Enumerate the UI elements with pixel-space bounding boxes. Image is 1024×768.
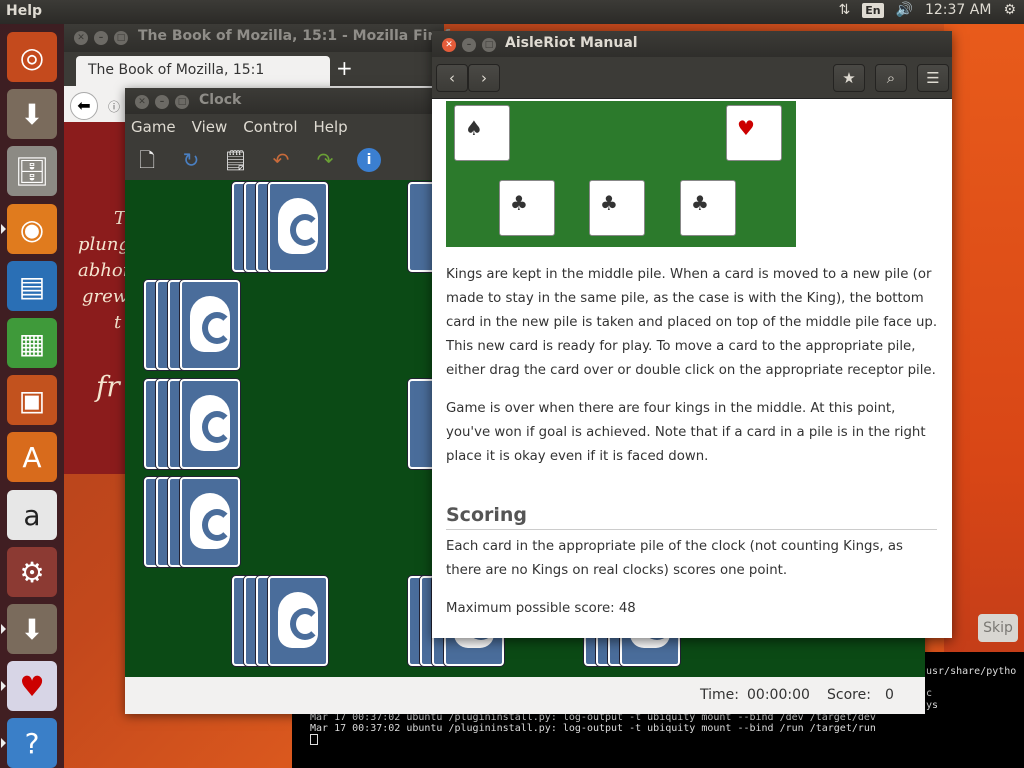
menu-game[interactable]: Game: [131, 118, 176, 136]
terminal-line: Mar 17 00:37:02 ubuntu /plugininstall.py…: [310, 723, 876, 734]
menu-view[interactable]: View: [192, 118, 228, 136]
page-text: t: [114, 312, 122, 333]
minimize-icon[interactable]: –: [155, 95, 169, 109]
forward-icon[interactable]: ›: [468, 64, 500, 92]
select-game-icon[interactable]: 🗒: [223, 148, 248, 172]
keyboard-layout[interactable]: En: [862, 2, 884, 18]
new-game-icon[interactable]: 🗋: [135, 148, 159, 172]
menu-help[interactable]: Help: [314, 118, 348, 136]
hint-icon[interactable]: i: [357, 148, 381, 172]
card-back[interactable]: [268, 576, 328, 666]
page-text: grew: [82, 286, 129, 307]
close-icon[interactable]: ✕: [135, 95, 149, 109]
terminal-line: usr/share/pytho: [926, 666, 1017, 677]
clock-statusbar: Time: 00:00:00 Score: 0: [125, 677, 925, 714]
installer-icon[interactable]: ⬇: [1, 604, 57, 654]
indicators: ⇅ En 🔊 12:37 AM ⚙: [838, 2, 1016, 18]
settings-icon[interactable]: ⚙: [7, 547, 57, 597]
clock-time[interactable]: 12:37 AM: [925, 2, 991, 18]
clock-layout-image: ♠ ♥ ♣ ♣ ♣: [446, 101, 796, 247]
card-back[interactable]: [180, 477, 240, 567]
page-text: abhor: [78, 260, 132, 281]
card-clubs-icon: ♣: [589, 180, 645, 236]
manual-titlebar: ✕ – □ AisleRiot Manual: [432, 31, 952, 57]
restart-icon[interactable]: ↻: [179, 148, 203, 172]
top-panel: Help ⇅ En 🔊 12:37 AM ⚙: [0, 0, 1024, 24]
terminal-cursor: [310, 734, 318, 745]
manual-headerbar: ‹ › ★ ⌕ ☰: [432, 57, 952, 99]
minimize-icon[interactable]: –: [94, 31, 108, 45]
manual-paragraph: Kings are kept in the middle pile. When …: [446, 267, 938, 378]
search-icon[interactable]: ⌕: [875, 64, 907, 92]
card-five-clubs-icon: ♣: [680, 180, 736, 236]
app-menu-title[interactable]: Help: [6, 3, 42, 19]
writer-icon[interactable]: ▤: [7, 261, 57, 311]
scoring-paragraph: Each card in the appropriate pile of the…: [446, 539, 903, 578]
firefox-tabbar: The Book of Mozilla, 15:1 +: [64, 52, 444, 86]
page-text: fr: [96, 370, 120, 403]
new-tab-button[interactable]: +: [336, 56, 353, 80]
close-icon[interactable]: ✕: [442, 38, 456, 52]
close-icon[interactable]: ✕: [74, 31, 88, 45]
manual-content: ♠ ♥ ♣ ♣ ♣ Kings are kept in the middle p…: [432, 99, 952, 638]
launcher: ◎ ⬇ 🗄 ◉ ▤ ▦ ▣ A a ⚙ ⬇ ♥ ?: [0, 24, 64, 768]
skip-button[interactable]: Skip: [978, 614, 1018, 642]
terminal-line: ys: [926, 700, 939, 711]
network-icon[interactable]: ⇅: [838, 2, 850, 18]
back-arrow-icon[interactable]: ⬅: [70, 92, 98, 120]
ubuntu-logo-icon[interactable]: ◎: [7, 32, 57, 82]
maximize-icon[interactable]: □: [482, 38, 496, 52]
installer-icon[interactable]: ⬇: [7, 89, 57, 139]
volume-icon[interactable]: 🔊: [896, 2, 913, 18]
card-back[interactable]: [180, 280, 240, 370]
terminal-line: c: [926, 688, 933, 699]
undo-icon[interactable]: ↶: [269, 148, 293, 172]
minimize-icon[interactable]: –: [462, 38, 476, 52]
time-value: 00:00:00: [747, 687, 810, 703]
score-value: 0: [885, 687, 894, 703]
manual-window-title: AisleRiot Manual: [505, 35, 638, 51]
manual-paragraph: Game is over when there are four kings i…: [446, 401, 926, 464]
redo-icon[interactable]: ↷: [313, 148, 337, 172]
page-text: plung: [78, 234, 130, 255]
menu-icon[interactable]: ☰: [917, 64, 949, 92]
calc-icon[interactable]: ▦: [7, 318, 57, 368]
back-icon[interactable]: ‹: [436, 64, 468, 92]
firefox-titlebar: ✕ – □ The Book of Mozilla, 15:1 - Mozill…: [64, 24, 469, 52]
firefox-window-title: The Book of Mozilla, 15:1 - Mozilla Fire…: [138, 28, 469, 44]
maximize-icon[interactable]: □: [175, 95, 189, 109]
gear-icon[interactable]: ⚙: [1003, 2, 1016, 18]
bookmark-star-icon[interactable]: ★: [833, 64, 865, 92]
manual-window: ✕ – □ AisleRiot Manual ‹ › ★ ⌕ ☰ ♠ ♥ ♣ ♣…: [432, 31, 952, 638]
firefox-icon[interactable]: ◉: [1, 204, 57, 254]
card-back[interactable]: [268, 182, 328, 272]
card-back[interactable]: [180, 379, 240, 469]
cards-icon[interactable]: ♥: [1, 661, 57, 711]
clock-window-title: Clock: [199, 92, 242, 108]
card-two-clubs-icon: ♣: [499, 180, 555, 236]
menu-control[interactable]: Control: [243, 118, 297, 136]
info-icon[interactable]: ⓘ: [108, 98, 120, 115]
software-center-icon[interactable]: A: [7, 432, 57, 482]
firefox-tab[interactable]: The Book of Mozilla, 15:1: [76, 56, 330, 86]
card-eight-spades-icon: ♠: [454, 105, 510, 161]
amazon-icon[interactable]: a: [7, 490, 57, 540]
max-score-text: Maximum possible score: 48: [446, 601, 636, 616]
maximize-icon[interactable]: □: [114, 31, 128, 45]
impress-icon[interactable]: ▣: [7, 375, 57, 425]
card-four-hearts-icon: ♥: [726, 105, 782, 161]
help-icon[interactable]: ?: [1, 718, 57, 768]
scoring-heading: Scoring: [446, 503, 937, 530]
time-label: Time:: [700, 687, 739, 703]
files-icon[interactable]: 🗄: [7, 146, 57, 196]
score-label: Score:: [827, 687, 871, 703]
